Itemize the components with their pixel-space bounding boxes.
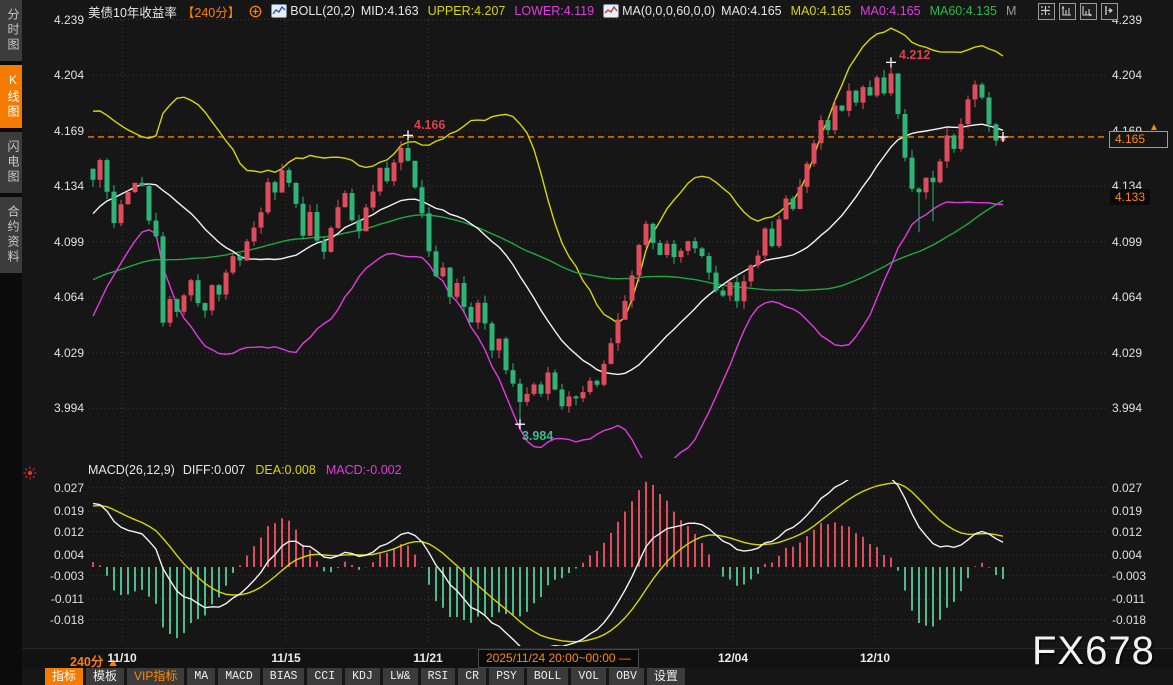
swing-low-annotation: 3.984	[522, 429, 553, 443]
price-tick-label: 0.019	[1112, 504, 1142, 518]
toolbar-button-vip[interactable]: VIP指标	[127, 668, 184, 685]
price-tick-label: 0.012	[1112, 525, 1142, 539]
circled-plus-icon[interactable]	[249, 5, 262, 18]
instrument-title: 美债10年收益率	[88, 2, 177, 21]
watermark: FX678	[1032, 629, 1155, 674]
ma0-white-value: MA0:4.165	[721, 4, 781, 18]
macd-dea-value: DEA:0.008	[255, 463, 315, 477]
toolbar-button-ma[interactable]: MA	[187, 668, 215, 685]
price-tick-label: -0.011	[1112, 592, 1145, 606]
crosshair-icon[interactable]	[1038, 3, 1055, 20]
toolbar-button-[interactable]: 模板	[86, 668, 124, 685]
ma0-magenta-value: MA0:4.165	[860, 4, 920, 18]
time-tick-label: 11/15	[271, 651, 300, 665]
macd-params-label: MACD(26,12,9)	[88, 463, 175, 477]
time-axis: 240分 ▲ 11/1011/1511/2112/0412/10 2025/11…	[22, 648, 1173, 668]
toolbar-button-obv[interactable]: OBV	[609, 668, 644, 685]
time-tick-label: 12/04	[718, 651, 748, 665]
chart-app: 分时图 K线图 闪电图 合约资料 美债10年收益率 【240分】 BOLL(20…	[0, 0, 1173, 685]
chart-tool-icons	[1038, 3, 1118, 20]
price-tick-label: 0.027	[1112, 481, 1142, 495]
boll-lower-value: LOWER:4.119	[514, 4, 594, 18]
sidebar-tab-contract-info[interactable]: 合约资料	[0, 197, 22, 273]
pan-right-icon[interactable]	[1101, 3, 1118, 20]
toolbar-button-cci[interactable]: CCI	[307, 668, 342, 685]
toolbar-button-cr[interactable]: CR	[458, 668, 486, 685]
toolbar-button-[interactable]: 指标	[45, 668, 83, 685]
toolbar-button-boll[interactable]: BOLL	[527, 668, 569, 685]
ma-label: MA(0,0,0,60,0,0)	[622, 4, 715, 18]
indicator-toolbar: 指标模板VIP指标MAMACDBIASCCIKDJLW&RSICRPSYBOLL…	[45, 668, 685, 685]
price-tick-label: 4.099	[1112, 235, 1142, 249]
boll-label: BOLL(20,2)	[290, 4, 355, 18]
secondary-price-tag: 4.133	[1110, 189, 1150, 205]
toolbar-button-[interactable]: 设置	[647, 668, 685, 685]
boll-upper-value: UPPER:4.207	[428, 4, 506, 18]
minimize-indicator[interactable]: M	[1006, 4, 1016, 18]
toolbar-button-rsi[interactable]: RSI	[421, 668, 456, 685]
time-tick-label: 11/21	[413, 651, 442, 665]
price-tick-label: 0.004	[1112, 548, 1142, 562]
period-label[interactable]: 【240分】	[182, 2, 240, 21]
price-tick-label: -0.003	[1112, 569, 1146, 583]
price-tick-label: -0.018	[1112, 613, 1146, 627]
sidebar-tab-kline[interactable]: K线图	[0, 65, 22, 128]
time-tick-label: 11/10	[107, 651, 136, 665]
price-chart-canvas[interactable]	[0, 0, 1173, 685]
price-up-arrow-icon: ▲	[1149, 122, 1159, 133]
price-tick-label: 4.204	[1112, 68, 1142, 82]
scale-y-axis-icon[interactable]	[1059, 3, 1076, 20]
price-tick-label: 4.064	[1112, 290, 1142, 304]
boll-mid-value: MID:4.163	[361, 4, 419, 18]
toolbar-button-vol[interactable]: VOL	[571, 668, 606, 685]
macd-bar-value: MACD:-0.002	[326, 463, 402, 477]
live-indicator-icon	[23, 466, 37, 480]
time-range-highlight: 2025/11/24 20:00~00:00 —	[478, 649, 639, 668]
macd-diff-value: DIFF:0.007	[183, 463, 246, 477]
price-tick-label: 3.994	[1112, 401, 1142, 415]
sidebar-tab-timeshare[interactable]: 分时图	[0, 0, 22, 61]
scale-x-axis-icon[interactable]	[1080, 3, 1097, 20]
sidebar-tab-lightning[interactable]: 闪电图	[0, 132, 22, 193]
toolbar-button-bias[interactable]: BIAS	[263, 668, 305, 685]
chart-header: 美债10年收益率 【240分】 BOLL(20,2) MID:4.163 UPP…	[88, 0, 1016, 22]
macd-header: MACD(26,12,9) DIFF:0.007 DEA:0.008 MACD:…	[88, 463, 402, 477]
toolbar-button-kdj[interactable]: KDJ	[345, 668, 380, 685]
price-tick-label: 4.029	[1112, 346, 1142, 360]
ma-indicator-icon[interactable]	[603, 4, 619, 18]
toolbar-button-lw[interactable]: LW&	[383, 668, 418, 685]
toolbar-button-macd[interactable]: MACD	[218, 668, 260, 685]
ma0-yellow-value: MA0:4.165	[791, 4, 851, 18]
current-price-badge: 4.165	[1109, 131, 1168, 148]
boll-indicator-icon[interactable]	[271, 4, 287, 18]
swing-high-annotation: 4.166	[414, 118, 445, 132]
ma60-value: MA60:4.135	[930, 4, 997, 18]
toolbar-button-psy[interactable]: PSY	[489, 668, 524, 685]
time-tick-label: 12/10	[860, 651, 890, 665]
swing-high-annotation: 4.212	[899, 48, 930, 62]
sidebar: 分时图 K线图 闪电图 合约资料	[0, 0, 22, 685]
